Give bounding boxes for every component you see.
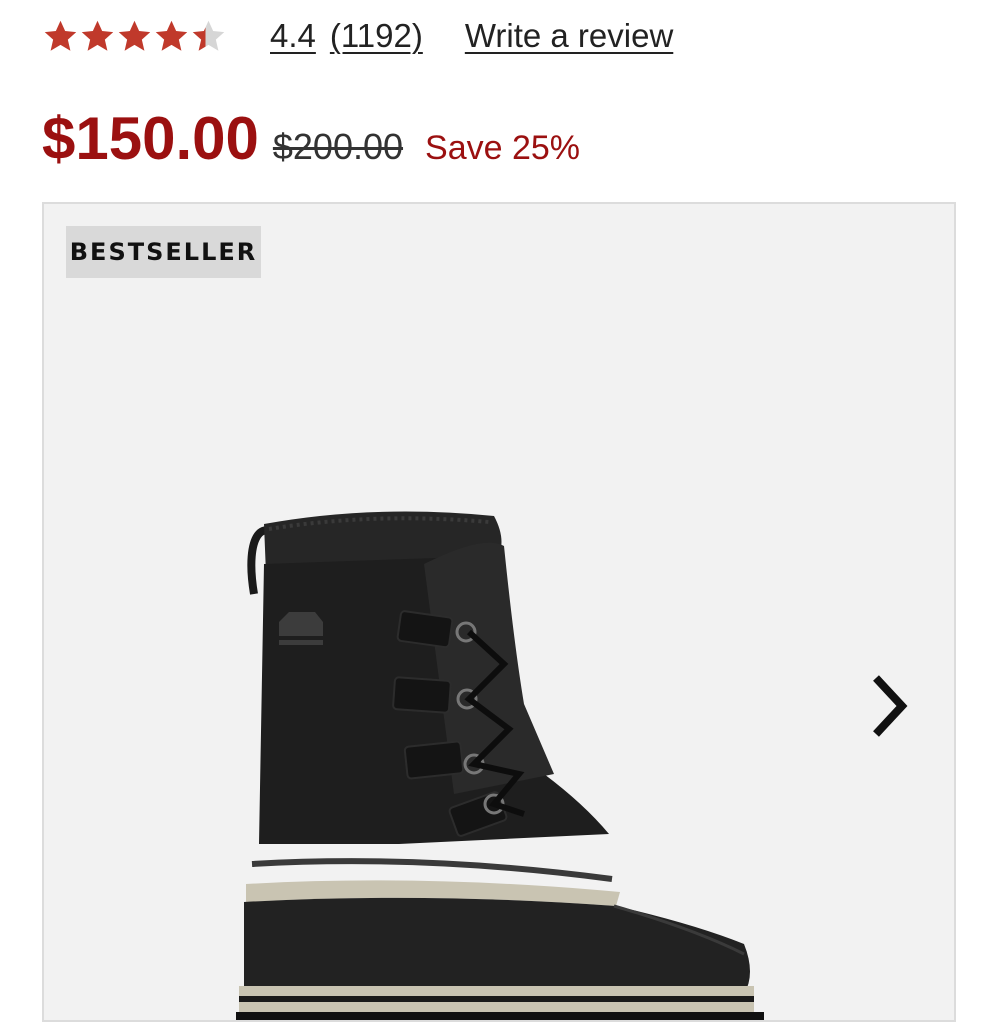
boot-image[interactable] <box>224 474 784 1022</box>
sale-price: $150.00 <box>42 105 259 172</box>
next-image-button[interactable] <box>862 666 918 746</box>
chevron-right-icon <box>873 675 908 737</box>
original-price: $200.00 <box>272 126 404 167</box>
star-icon <box>155 20 188 51</box>
savings-label: Save 25% <box>425 129 581 167</box>
product-gallery: BESTSELLER <box>42 202 956 1022</box>
star-rating[interactable] <box>42 18 227 54</box>
rating-value-link[interactable]: 4.4 <box>270 17 316 55</box>
bestseller-badge: BESTSELLER <box>66 226 261 278</box>
price-row: $150.00 $200.00 Save 25% <box>42 104 580 184</box>
star-icon <box>81 20 114 51</box>
write-review-link[interactable]: Write a review <box>465 17 673 55</box>
star-half-icon <box>192 20 225 51</box>
star-icon <box>44 20 77 51</box>
review-count-link[interactable]: (1192) <box>330 17 423 55</box>
star-icon <box>118 20 151 51</box>
rating-row: 4.4 (1192) Write a review <box>42 12 673 60</box>
